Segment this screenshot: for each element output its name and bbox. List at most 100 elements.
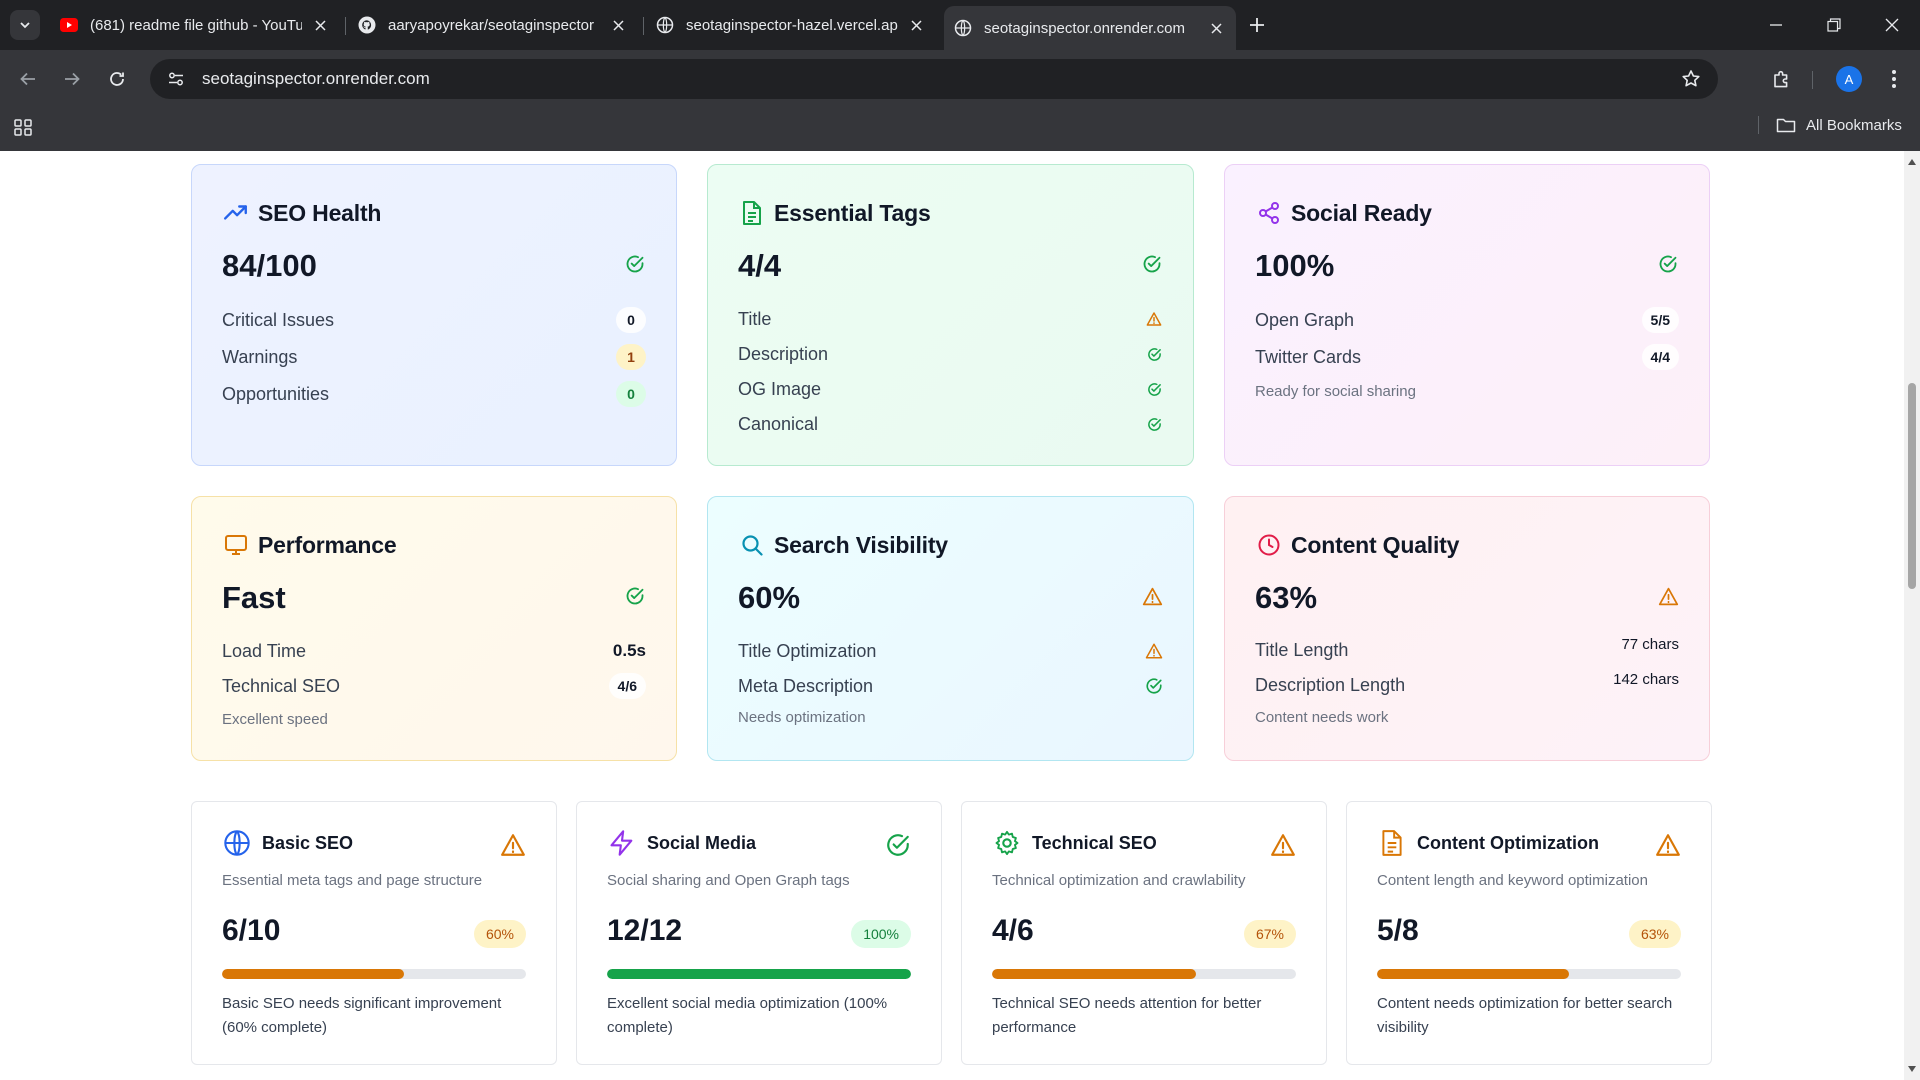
- apps-grid-icon[interactable]: [13, 116, 35, 138]
- tab-title: aaryapoyrekar/seotaginspector: [388, 16, 594, 34]
- tab-onrender-active[interactable]: seotaginspector.onrender.com: [944, 6, 1236, 50]
- title-optimization-row: Title Optimization: [738, 636, 1163, 666]
- card-title: Social Ready: [1291, 199, 1432, 226]
- category-score: 6/10: [222, 914, 281, 947]
- scrollbar-thumb[interactable]: [1908, 383, 1916, 589]
- check-circle-icon: [1145, 345, 1163, 363]
- scroll-up-arrow-icon[interactable]: [1907, 157, 1917, 167]
- warning-triangle-icon: [1655, 832, 1681, 858]
- category-card-content-optimization: Content Optimization Content length and …: [1346, 801, 1712, 1065]
- progress-fill: [992, 969, 1196, 979]
- browser-menu-button[interactable]: [1880, 65, 1908, 93]
- monitor-icon: [222, 531, 250, 559]
- minimize-icon: [1770, 24, 1782, 26]
- bookmark-star-icon[interactable]: [1680, 68, 1702, 90]
- trending-up-icon: [222, 199, 250, 227]
- canonical-tag-row: Canonical: [738, 409, 1163, 439]
- row-label: Twitter Cards: [1255, 346, 1362, 367]
- row-label: Warnings: [222, 346, 298, 367]
- tab-github[interactable]: aaryapoyrekar/seotaginspector: [348, 8, 638, 42]
- progress-track: [607, 969, 911, 979]
- extensions-button[interactable]: [1768, 65, 1796, 93]
- progress-track: [1377, 969, 1681, 979]
- close-icon[interactable]: [310, 15, 330, 35]
- arrow-left-icon: [20, 72, 35, 86]
- card-title: Content Quality: [1291, 531, 1460, 558]
- row-label: Load Time: [222, 640, 307, 661]
- open-graph-row: Open Graph 5/5: [1255, 305, 1679, 335]
- count-badge: 4/4: [1641, 344, 1679, 370]
- progress-fill: [222, 969, 405, 979]
- category-card-basic-seo: Basic SEO Essential meta tags and page s…: [191, 801, 557, 1065]
- category-title: Social Media: [647, 832, 757, 853]
- category-description: Content length and keyword optimization: [1377, 872, 1648, 889]
- search-visibility-card: Search Visibility 60% Title Optimization…: [707, 496, 1194, 761]
- percent-badge: 67%: [1243, 920, 1296, 948]
- card-title: Performance: [258, 531, 397, 558]
- category-description: Technical optimization and crawlability: [992, 872, 1246, 889]
- category-summary: Basic SEO needs significant improvement …: [222, 995, 502, 1036]
- forward-button[interactable]: [58, 65, 86, 93]
- close-icon[interactable]: [1206, 18, 1226, 38]
- close-window-button[interactable]: [1878, 12, 1906, 38]
- close-icon[interactable]: [608, 15, 628, 35]
- title-tag-row: Title: [738, 304, 1163, 334]
- back-button[interactable]: [14, 65, 42, 93]
- category-description: Social sharing and Open Graph tags: [607, 872, 850, 889]
- profile-avatar[interactable]: A: [1836, 66, 1862, 92]
- row-label: Meta Description: [738, 675, 874, 696]
- minimize-button[interactable]: [1762, 12, 1790, 38]
- globe-icon: [954, 19, 972, 37]
- warnings-row: Warnings 1: [222, 342, 646, 372]
- opportunities-row: Opportunities 0: [222, 379, 646, 409]
- description-length-row: Description Length 142 chars: [1255, 671, 1679, 701]
- restore-button[interactable]: [1820, 12, 1848, 38]
- seo-health-card: SEO Health 84/100 Critical Issues 0 Warn…: [191, 164, 677, 466]
- row-label: Opportunities: [222, 383, 330, 404]
- address-bar[interactable]: seotaginspector.onrender.com: [150, 59, 1718, 99]
- reload-button[interactable]: [103, 65, 131, 93]
- plus-icon: [1250, 18, 1264, 32]
- chevron-down-icon: [20, 22, 30, 29]
- puzzle-icon: [1774, 70, 1788, 88]
- status-note: Ready for social sharing: [1255, 383, 1416, 400]
- category-title: Technical SEO: [1032, 832, 1157, 853]
- percent-badge: 60%: [473, 920, 526, 948]
- status-note: Needs optimization: [738, 709, 866, 726]
- page-scrollbar[interactable]: [1904, 151, 1920, 1080]
- tab-vercel[interactable]: seotaginspector-hazel.vercel.app: [646, 8, 936, 42]
- folder-icon: [1776, 118, 1796, 133]
- browser-toolbar: seotaginspector.onrender.com A: [0, 50, 1920, 108]
- status-note: Excellent speed: [222, 711, 328, 728]
- progress-track: [992, 969, 1296, 979]
- tab-youtube[interactable]: (681) readme file github - YouTube: [50, 8, 340, 42]
- tab-search-button[interactable]: [10, 10, 40, 40]
- category-summary: Technical SEO needs attention for better…: [992, 995, 1262, 1036]
- all-bookmarks-label: All Bookmarks: [1806, 116, 1902, 134]
- site-settings-icon[interactable]: [164, 67, 188, 91]
- progress-fill: [1377, 969, 1569, 979]
- category-summary: Excellent social media optimization (100…: [607, 995, 888, 1036]
- status-note: Content needs work: [1255, 709, 1389, 726]
- row-label: Canonical: [738, 413, 819, 434]
- new-tab-button[interactable]: [1244, 12, 1270, 38]
- page-viewport: SEO Health 84/100 Critical Issues 0 Warn…: [0, 151, 1904, 1080]
- check-circle-icon: [1145, 415, 1163, 433]
- row-label: OG Image: [738, 378, 822, 399]
- row-value: 0.5s: [612, 641, 646, 660]
- scroll-down-arrow-icon[interactable]: [1907, 1064, 1917, 1074]
- globe-icon: [222, 828, 252, 858]
- row-label: Critical Issues: [222, 309, 335, 330]
- essential-tags-card: Essential Tags 4/4 Title Description OG …: [707, 164, 1194, 466]
- close-icon[interactable]: [906, 15, 926, 35]
- percent-badge: 100%: [851, 920, 911, 948]
- check-circle-icon: [1145, 380, 1163, 398]
- tab-title: seotaginspector.onrender.com: [984, 19, 1185, 37]
- count-badge: 0: [616, 307, 646, 333]
- search-icon: [738, 531, 766, 559]
- tab-title: seotaginspector-hazel.vercel.app: [686, 16, 898, 34]
- tab-title: (681) readme file github - YouTube: [90, 16, 302, 34]
- arrow-right-icon: [65, 72, 80, 86]
- all-bookmarks-button[interactable]: All Bookmarks: [1776, 112, 1902, 138]
- row-label: Description Length: [1255, 675, 1406, 695]
